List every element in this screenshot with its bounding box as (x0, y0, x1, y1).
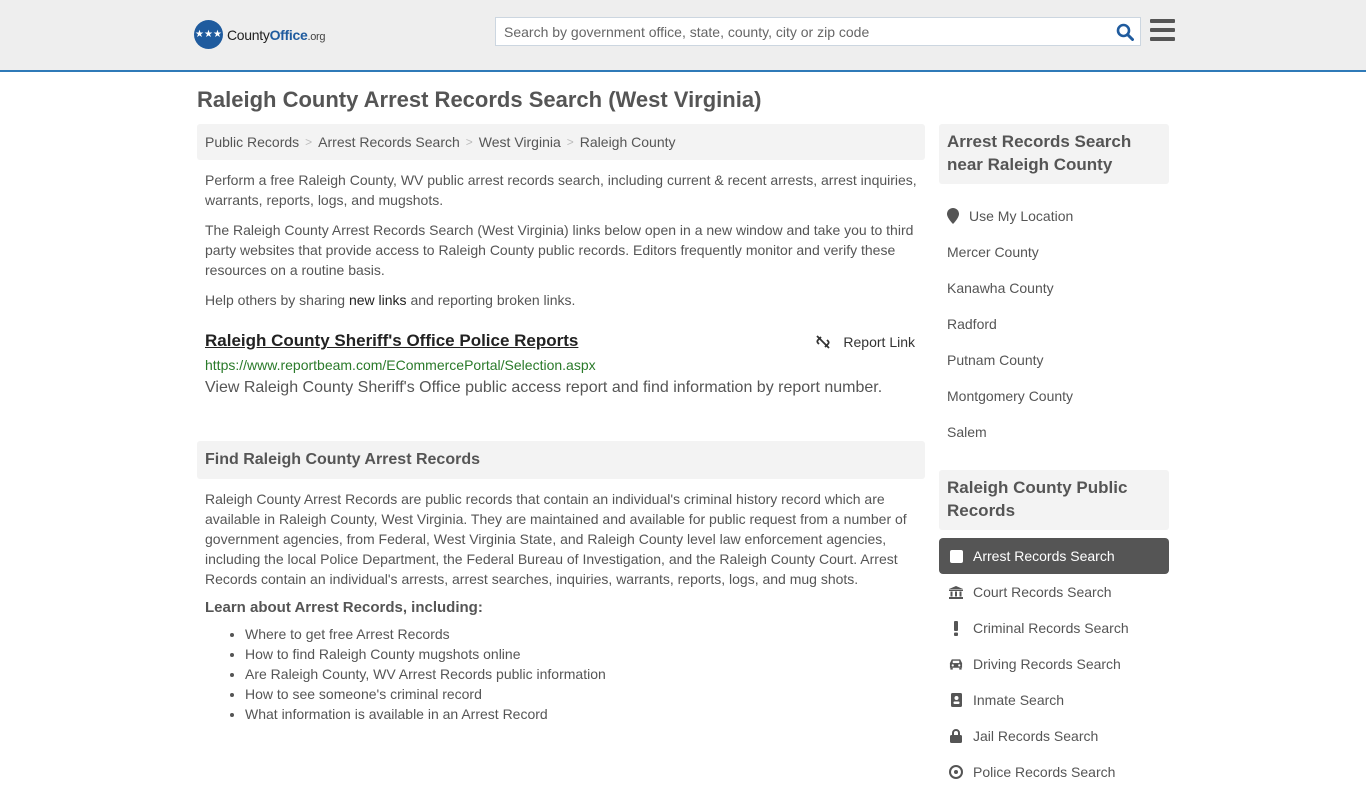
sidebar: Arrest Records Search near Raleigh Count… (939, 124, 1169, 790)
list-item: Where to get free Arrest Records (245, 624, 917, 644)
nearby-item: Salem (939, 414, 1169, 450)
list-item: Are Raleigh County, WV Arrest Records pu… (245, 664, 917, 684)
records-link-inmate[interactable]: Inmate Search (973, 692, 1064, 708)
hamburger-menu-icon[interactable] (1150, 19, 1175, 41)
records-link-jail[interactable]: Jail Records Search (973, 728, 1098, 744)
exclamation-icon (949, 620, 963, 636)
result-description: View Raleigh County Sheriff's Office pub… (205, 379, 883, 396)
records-link-criminal[interactable]: Criminal Records Search (973, 620, 1129, 636)
breadcrumb: Public Records > Arrest Records Search >… (197, 124, 925, 160)
find-records-heading: Find Raleigh County Arrest Records (197, 441, 925, 479)
broken-link-icon (816, 335, 831, 349)
learn-heading: Learn about Arrest Records, including: (205, 599, 483, 616)
search-input[interactable] (496, 18, 1110, 45)
intro-paragraph: The Raleigh County Arrest Records Search… (205, 222, 914, 278)
find-records-paragraph: Raleigh County Arrest Records are public… (205, 491, 907, 587)
main-content: Public Records > Arrest Records Search >… (197, 124, 925, 724)
site-header: ★★★ CountyOffice.org (0, 0, 1366, 72)
records-item-court[interactable]: Court Records Search (939, 574, 1169, 610)
report-link-button[interactable]: Report Link (815, 334, 915, 350)
public-records-list: Arrest Records Search Court Records Sear… (939, 538, 1169, 790)
search-icon (1116, 23, 1134, 41)
result-title-link[interactable]: Raleigh County Sheriff's Office Police R… (205, 330, 578, 352)
breadcrumb-separator: > (465, 135, 473, 149)
result-url: https://www.reportbeam.com/ECommercePort… (205, 357, 596, 373)
share-links-text: Help others by sharing new links and rep… (205, 292, 576, 308)
courthouse-icon (949, 585, 963, 599)
square-icon (949, 549, 963, 563)
site-logo[interactable]: ★★★ CountyOffice.org (194, 20, 326, 49)
list-item: What information is available in an Arre… (245, 704, 917, 724)
police-badge-icon (949, 765, 963, 779)
search-button[interactable] (1110, 18, 1140, 45)
records-link-arrest[interactable]: Arrest Records Search (973, 548, 1115, 564)
nearby-link-putnam-county[interactable]: Putnam County (947, 352, 1044, 368)
nearby-item: Putnam County (939, 342, 1169, 378)
use-my-location-link[interactable]: Use My Location (969, 208, 1073, 224)
intro-paragraph: Perform a free Raleigh County, WV public… (205, 172, 917, 208)
nearby-link-kanawha-county[interactable]: Kanawha County (947, 280, 1054, 296)
nearby-item: Montgomery County (939, 378, 1169, 414)
nearby-item: Mercer County (939, 234, 1169, 270)
search-bar (495, 17, 1141, 46)
nearby-item: Kanawha County (939, 270, 1169, 306)
lock-icon (949, 729, 963, 743)
list-item: How to find Raleigh County mugshots onli… (245, 644, 917, 664)
eagle-logo-icon: ★★★ (194, 20, 223, 49)
records-link-police[interactable]: Police Records Search (973, 764, 1115, 780)
records-item-inmate[interactable]: Inmate Search (939, 682, 1169, 718)
records-item-jail[interactable]: Jail Records Search (939, 718, 1169, 754)
breadcrumb-public-records[interactable]: Public Records (205, 134, 299, 150)
use-my-location-item: Use My Location (939, 198, 1169, 234)
result-item: Raleigh County Sheriff's Office Police R… (197, 330, 925, 399)
nearby-link-radford[interactable]: Radford (947, 316, 997, 332)
nearby-link-salem[interactable]: Salem (947, 424, 987, 440)
nearby-heading: Arrest Records Search near Raleigh Count… (939, 124, 1169, 184)
breadcrumb-separator: > (305, 135, 313, 149)
nearby-link-mercer-county[interactable]: Mercer County (947, 244, 1039, 260)
records-item-police[interactable]: Police Records Search (939, 754, 1169, 790)
nearby-item: Radford (939, 306, 1169, 342)
find-records-body: Raleigh County Arrest Records are public… (197, 489, 925, 724)
records-link-court[interactable]: Court Records Search (973, 584, 1112, 600)
breadcrumb-west-virginia[interactable]: West Virginia (479, 134, 561, 150)
car-icon (949, 658, 963, 670)
id-badge-icon (949, 693, 963, 707)
records-item-driving[interactable]: Driving Records Search (939, 646, 1169, 682)
public-records-heading: Raleigh County Public Records (939, 470, 1169, 530)
learn-list: Where to get free Arrest Records How to … (205, 624, 917, 724)
intro-text: Perform a free Raleigh County, WV public… (197, 170, 925, 310)
nearby-link-montgomery-county[interactable]: Montgomery County (947, 388, 1073, 404)
records-item-criminal[interactable]: Criminal Records Search (939, 610, 1169, 646)
new-links-link[interactable]: new links (349, 292, 407, 308)
breadcrumb-arrest-records-search[interactable]: Arrest Records Search (318, 134, 460, 150)
list-item: How to see someone's criminal record (245, 684, 917, 704)
logo-text: CountyOffice.org (227, 26, 326, 43)
breadcrumb-raleigh-county[interactable]: Raleigh County (580, 134, 676, 150)
records-item-arrest[interactable]: Arrest Records Search (939, 538, 1169, 574)
breadcrumb-separator: > (566, 135, 574, 149)
map-pin-icon (947, 208, 959, 224)
page-title: Raleigh County Arrest Records Search (We… (197, 87, 762, 112)
records-link-driving[interactable]: Driving Records Search (973, 656, 1121, 672)
nearby-list: Use My Location Mercer County Kanawha Co… (939, 198, 1169, 450)
